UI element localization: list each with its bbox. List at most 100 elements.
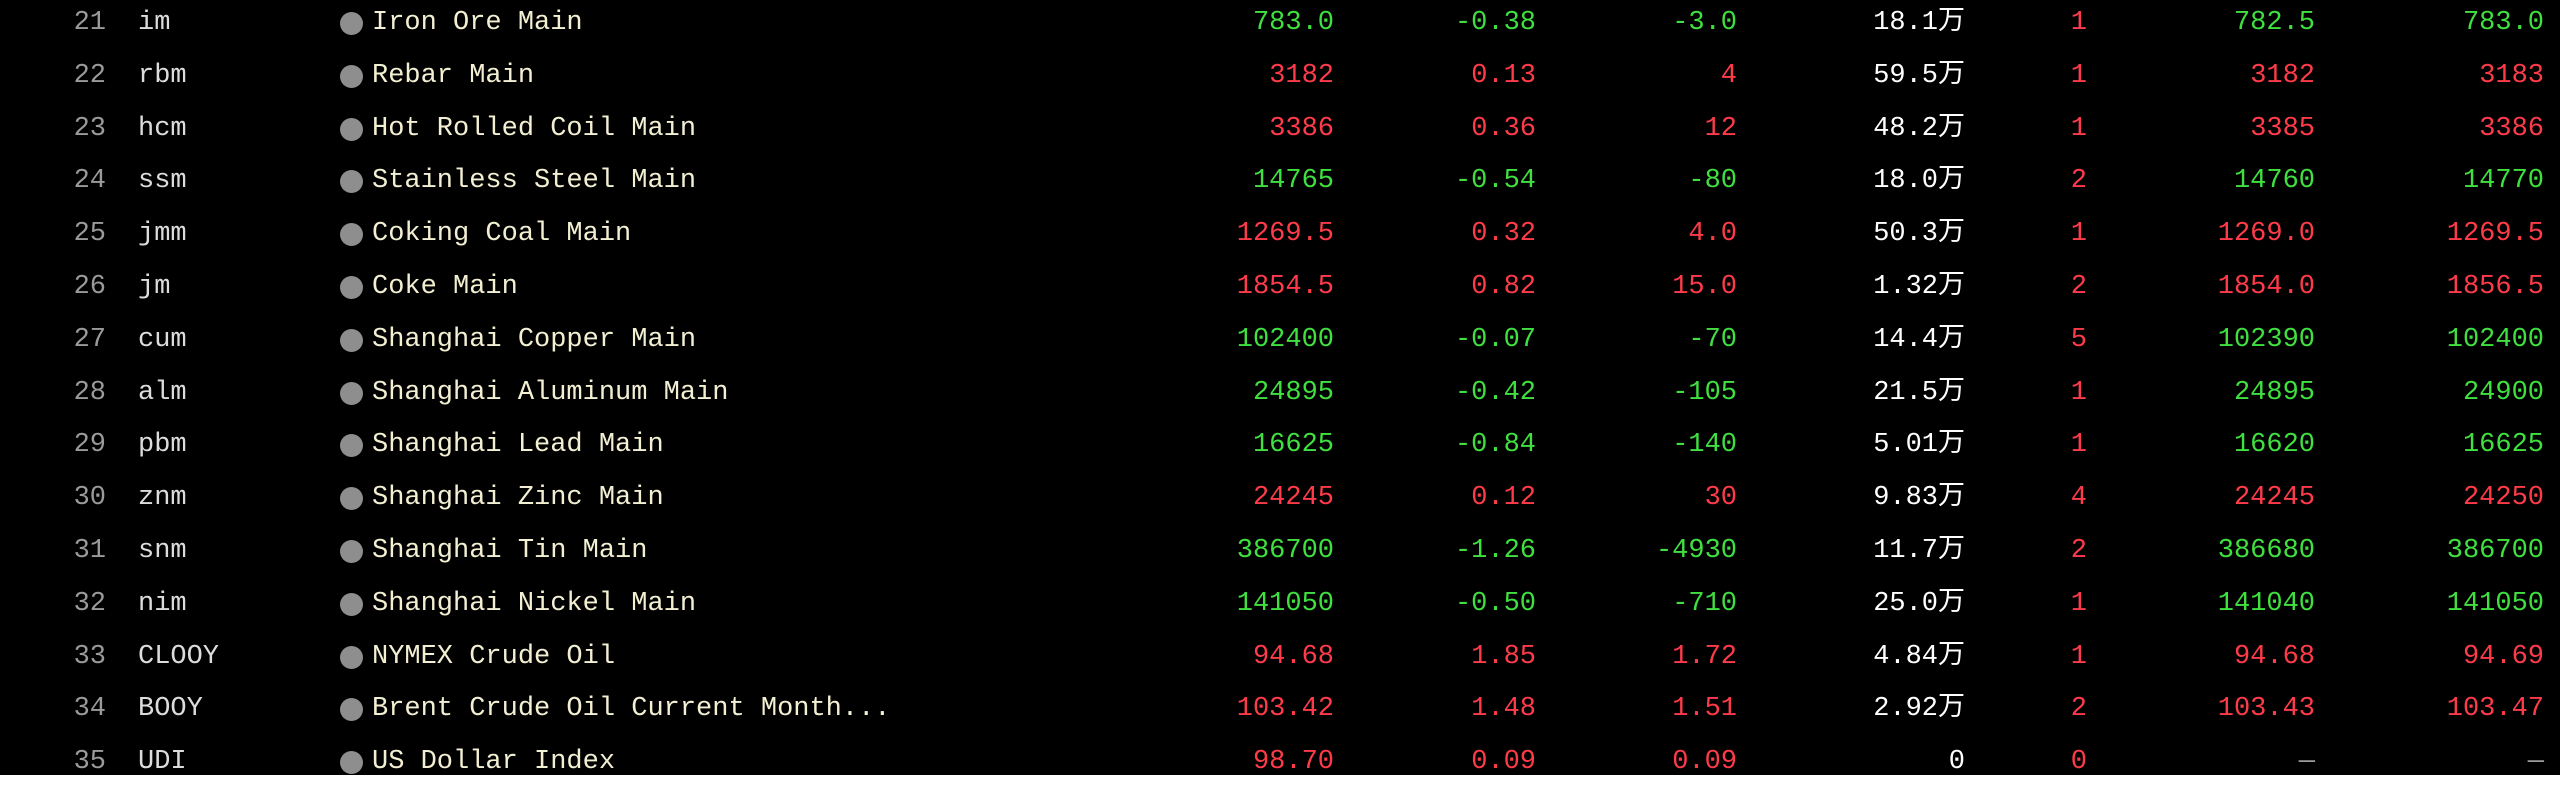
volume: 50.3万 xyxy=(1873,219,1965,250)
instrument-name[interactable]: Shanghai Zinc Main xyxy=(372,472,664,524)
row-index: 34 xyxy=(73,694,106,725)
bid-price: 14760 xyxy=(2233,166,2315,197)
row-index: 28 xyxy=(73,377,106,408)
change-amount: -4930 xyxy=(1655,536,1737,566)
ask-price: 103.47 xyxy=(2446,694,2544,725)
change-percent: -0.42 xyxy=(1454,377,1536,408)
status-dot-icon xyxy=(340,223,363,247)
instrument-name[interactable]: Hot Rolled Coil Main xyxy=(372,103,696,155)
instrument-name[interactable]: Shanghai Tin Main xyxy=(372,525,647,577)
instrument-name[interactable]: Shanghai Aluminum Main xyxy=(372,367,728,419)
instrument-name[interactable]: Rebar Main xyxy=(372,50,534,102)
change-amount: -80 xyxy=(1688,166,1737,197)
quote-row[interactable]: 23 hcm Hot Rolled Coil Main 3386 0.36 12… xyxy=(0,103,2560,155)
volume: 9.83万 xyxy=(1873,483,1965,514)
status-dot-icon xyxy=(340,381,363,405)
quote-row[interactable]: 24 ssm Stainless Steel Main 14765 -0.54 … xyxy=(0,155,2560,207)
change-percent: 0.32 xyxy=(1471,219,1536,250)
change-percent: -0.38 xyxy=(1454,8,1536,38)
bid-price: 94.68 xyxy=(2233,641,2315,672)
instrument-name[interactable]: Iron Ore Main xyxy=(372,0,583,49)
change-percent: 0.82 xyxy=(1471,272,1536,302)
trade-count: 1 xyxy=(2070,219,2087,250)
ask-price: 94.69 xyxy=(2462,641,2544,672)
ask-price: 3183 xyxy=(2479,60,2544,91)
bid-price: 3182 xyxy=(2250,60,2315,91)
symbol-code: hcm xyxy=(138,113,187,144)
ask-price: 24250 xyxy=(2462,483,2544,514)
status-dot-icon xyxy=(340,698,363,722)
row-index: 25 xyxy=(73,219,106,250)
instrument-name[interactable]: Coking Coal Main xyxy=(372,208,631,260)
row-index: 32 xyxy=(73,588,106,619)
quote-row[interactable]: 28 alm Shanghai Aluminum Main 24895 -0.4… xyxy=(0,367,2560,419)
change-percent: 1.48 xyxy=(1471,694,1536,725)
change-amount: 4 xyxy=(1720,60,1737,91)
symbol-code: snm xyxy=(138,536,187,566)
row-index: 26 xyxy=(73,272,106,302)
change-percent: 0.12 xyxy=(1471,483,1536,514)
last-price: 94.68 xyxy=(1252,641,1334,672)
volume: 1.32万 xyxy=(1873,272,1965,302)
volume: 25.0万 xyxy=(1873,588,1965,619)
quote-row[interactable]: 32 nim Shanghai Nickel Main 141050 -0.50… xyxy=(0,578,2560,630)
instrument-name[interactable]: Shanghai Copper Main xyxy=(372,314,696,366)
bid-price: 386680 xyxy=(2217,536,2315,566)
trade-count: 2 xyxy=(2070,272,2087,302)
trade-count: 2 xyxy=(2070,694,2087,725)
status-dot-icon xyxy=(340,645,363,669)
trade-count: 2 xyxy=(2070,536,2087,566)
quote-row[interactable]: 31 snm Shanghai Tin Main 386700 -1.26 -4… xyxy=(0,525,2560,577)
volume: 11.7万 xyxy=(1873,536,1965,566)
status-dot-icon xyxy=(340,64,363,88)
trade-count: 1 xyxy=(2070,588,2087,619)
bid-price: 24895 xyxy=(2233,377,2315,408)
ask-price: 1856.5 xyxy=(2446,272,2544,302)
ask-price: 24900 xyxy=(2462,377,2544,408)
change-amount: 4.0 xyxy=(1688,219,1737,250)
trade-count: 1 xyxy=(2070,8,2087,38)
instrument-name[interactable]: Shanghai Nickel Main xyxy=(372,578,696,630)
trade-count: 1 xyxy=(2070,430,2087,461)
symbol-code: znm xyxy=(138,483,187,514)
symbol-code: UDI xyxy=(138,747,187,775)
volume: 14.4万 xyxy=(1873,324,1965,355)
last-price: 386700 xyxy=(1236,536,1334,566)
last-price: 141050 xyxy=(1236,588,1334,619)
instrument-name[interactable]: Brent Crude Oil Current Month... xyxy=(372,683,890,735)
trade-count: 4 xyxy=(2070,483,2087,514)
last-price: 1269.5 xyxy=(1236,219,1334,250)
quote-row[interactable]: 33 CLOOY NYMEX Crude Oil 94.68 1.85 1.72… xyxy=(0,631,2560,683)
quote-row[interactable]: 26 jm Coke Main 1854.5 0.82 15.0 1.32万 2… xyxy=(0,261,2560,313)
change-percent: -0.50 xyxy=(1454,588,1536,619)
ask-price: 14770 xyxy=(2462,166,2544,197)
quote-row[interactable]: 34 BOOY Brent Crude Oil Current Month...… xyxy=(0,683,2560,735)
quote-row[interactable]: 27 cum Shanghai Copper Main 102400 -0.07… xyxy=(0,314,2560,366)
instrument-name[interactable]: Shanghai Lead Main xyxy=(372,419,664,471)
quote-row[interactable]: 25 jmm Coking Coal Main 1269.5 0.32 4.0 … xyxy=(0,208,2560,260)
quote-row[interactable]: 30 znm Shanghai Zinc Main 24245 0.12 30 … xyxy=(0,472,2560,524)
ask-price: 102400 xyxy=(2446,324,2544,355)
instrument-name[interactable]: NYMEX Crude Oil xyxy=(372,631,615,683)
change-amount: 30 xyxy=(1704,483,1737,514)
change-percent: 0.09 xyxy=(1471,747,1536,775)
status-dot-icon xyxy=(340,540,363,563)
ask-price: 1269.5 xyxy=(2446,219,2544,250)
status-dot-icon xyxy=(340,328,363,352)
quote-row[interactable]: 21 im Iron Ore Main 783.0 -0.38 -3.0 18.… xyxy=(0,0,2560,49)
symbol-code: CLOOY xyxy=(138,641,220,672)
quote-row[interactable]: 29 pbm Shanghai Lead Main 16625 -0.84 -1… xyxy=(0,419,2560,471)
instrument-name[interactable]: Coke Main xyxy=(372,261,518,313)
volume: 18.0万 xyxy=(1873,166,1965,197)
ask-price: — xyxy=(2527,747,2544,775)
quote-row[interactable]: 22 rbm Rebar Main 3182 0.13 4 59.5万 1 31… xyxy=(0,50,2560,102)
last-price: 98.70 xyxy=(1252,747,1334,775)
instrument-name[interactable]: US Dollar Index xyxy=(372,736,615,775)
quote-row[interactable]: 35 UDI US Dollar Index 98.70 0.09 0.09 0… xyxy=(0,736,2560,775)
change-amount: -140 xyxy=(1672,430,1737,461)
instrument-name[interactable]: Stainless Steel Main xyxy=(372,155,696,207)
status-dot-icon xyxy=(340,434,363,458)
volume: 4.84万 xyxy=(1873,641,1965,672)
status-dot-icon xyxy=(340,12,363,35)
change-amount: -710 xyxy=(1672,588,1737,619)
